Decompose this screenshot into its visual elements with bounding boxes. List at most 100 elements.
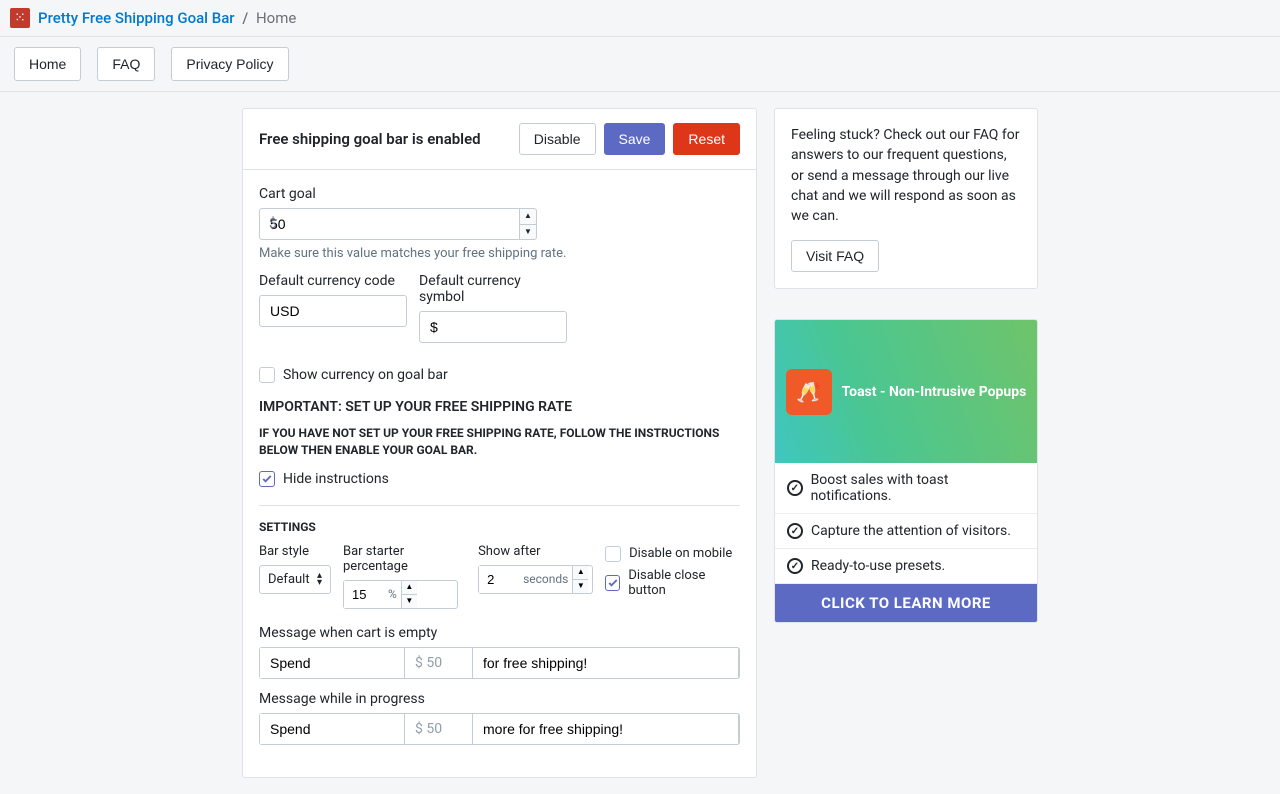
- cart-goal-label: Cart goal: [259, 186, 740, 202]
- disable-close-row[interactable]: Disable close button: [605, 568, 740, 598]
- main-panel: Free shipping goal bar is enabled Disabl…: [242, 108, 757, 778]
- toast-app-icon: 🥂: [786, 369, 832, 415]
- navbar: Home FAQ Privacy Policy: [0, 37, 1280, 92]
- hide-instructions-row[interactable]: Hide instructions: [259, 471, 740, 487]
- promo-cta-button[interactable]: CLICK TO LEARN MORE: [775, 584, 1037, 622]
- visit-faq-button[interactable]: Visit FAQ: [791, 240, 879, 272]
- show-after-spinner[interactable]: ▲ ▼: [572, 566, 588, 593]
- disable-close-checkbox[interactable]: [605, 575, 620, 591]
- msg-progress-amount: $ 50: [405, 714, 473, 744]
- disable-mobile-checkbox[interactable]: [605, 546, 621, 562]
- msg-progress-post-input[interactable]: [473, 714, 739, 744]
- disable-button[interactable]: Disable: [519, 123, 596, 155]
- promo-item-text: Boost sales with toast notifications.: [811, 472, 1025, 504]
- select-updown-icon: ▴▾: [317, 572, 322, 586]
- currency-row: Default currency code Default currency s…: [259, 273, 740, 355]
- spinner-up-icon[interactable]: ▲: [520, 209, 536, 225]
- promo-item: Capture the attention of visitors.: [775, 514, 1037, 549]
- breadcrumb-separator: /: [242, 9, 248, 27]
- sidebar: Feeling stuck? Check out our FAQ for ans…: [774, 108, 1038, 778]
- promo-card: 🥂 Toast - Non-Intrusive Popups Boost sal…: [774, 319, 1038, 623]
- settings-section: SETTINGS Bar style Default ▴▾ Bar starte…: [259, 505, 740, 745]
- save-button[interactable]: Save: [604, 123, 666, 155]
- help-card: Feeling stuck? Check out our FAQ for ans…: [774, 108, 1038, 289]
- breadcrumb: Pretty Free Shipping Goal Bar / Home: [38, 9, 296, 27]
- bar-style-label: Bar style: [259, 544, 331, 559]
- disable-close-label: Disable close button: [628, 568, 740, 598]
- app-logo-icon: [10, 8, 30, 28]
- starter-pct-spinner[interactable]: ▲ ▼: [401, 581, 417, 608]
- msg-empty-amount: $ 50: [405, 648, 473, 678]
- reset-button[interactable]: Reset: [673, 123, 740, 155]
- check-circle-icon: [787, 523, 803, 539]
- disable-mobile-row[interactable]: Disable on mobile: [605, 546, 740, 562]
- msg-empty-pre-input[interactable]: [260, 648, 405, 678]
- msg-progress-pre-input[interactable]: [260, 714, 405, 744]
- hide-instructions-checkbox[interactable]: [259, 471, 275, 487]
- starter-pct-unit: %: [384, 581, 401, 608]
- msg-empty-group: Message when cart is empty $ 50: [259, 625, 740, 679]
- breadcrumb-current: Home: [256, 9, 296, 27]
- nav-home-button[interactable]: Home: [14, 47, 81, 81]
- panel-header: Free shipping goal bar is enabled Disabl…: [243, 109, 756, 170]
- promo-item: Ready-to-use presets.: [775, 549, 1037, 584]
- msg-progress-label: Message while in progress: [259, 691, 740, 707]
- settings-checks-col: Disable on mobile Disable close button: [605, 546, 740, 598]
- currency-symbol-label: Default currency symbol: [419, 273, 567, 305]
- spinner-up-icon[interactable]: ▲: [402, 581, 417, 595]
- hide-instructions-label: Hide instructions: [283, 471, 389, 487]
- nav-faq-button[interactable]: FAQ: [97, 47, 155, 81]
- show-after-input[interactable]: [479, 566, 519, 593]
- spinner-up-icon[interactable]: ▲: [573, 566, 588, 580]
- important-heading: IMPORTANT: SET UP YOUR FREE SHIPPING RAT…: [259, 399, 740, 415]
- disable-mobile-label: Disable on mobile: [629, 546, 732, 561]
- bar-style-value: Default: [268, 572, 310, 587]
- check-circle-icon: [787, 558, 803, 574]
- topbar: Pretty Free Shipping Goal Bar / Home: [0, 0, 1280, 37]
- bar-style-select[interactable]: Default ▴▾: [259, 565, 331, 594]
- show-after-label: Show after: [478, 544, 593, 559]
- content-container: Free shipping goal bar is enabled Disabl…: [0, 92, 1280, 794]
- show-after-input-wrap: seconds ▲ ▼: [478, 565, 593, 594]
- msg-empty-post-input[interactable]: [473, 648, 739, 678]
- promo-hero: 🥂 Toast - Non-Intrusive Popups: [775, 320, 1037, 463]
- promo-item-text: Ready-to-use presets.: [811, 558, 945, 574]
- show-after-unit: seconds: [519, 566, 572, 593]
- spinner-down-icon[interactable]: ▼: [573, 580, 588, 593]
- currency-symbol-input[interactable]: [419, 311, 567, 343]
- settings-heading: SETTINGS: [259, 520, 740, 534]
- promo-title: Toast - Non-Intrusive Popups: [842, 384, 1027, 400]
- cart-goal-spinner[interactable]: ▲ ▼: [519, 208, 537, 240]
- msg-progress-group: Message while in progress $ 50: [259, 691, 740, 745]
- starter-pct-input[interactable]: [344, 581, 384, 608]
- spinner-down-icon[interactable]: ▼: [520, 225, 536, 240]
- msg-empty-row: $ 50: [259, 647, 740, 679]
- msg-progress-row: $ 50: [259, 713, 740, 745]
- bar-style-col: Bar style Default ▴▾: [259, 544, 331, 594]
- show-currency-label: Show currency on goal bar: [283, 367, 448, 383]
- check-circle-icon: [787, 480, 803, 496]
- breadcrumb-app-link[interactable]: Pretty Free Shipping Goal Bar: [38, 9, 235, 27]
- promo-list: Boost sales with toast notifications. Ca…: [775, 463, 1037, 584]
- currency-code-input[interactable]: [259, 295, 407, 327]
- msg-empty-label: Message when cart is empty: [259, 625, 740, 641]
- panel-title: Free shipping goal bar is enabled: [259, 130, 481, 148]
- currency-code-label: Default currency code: [259, 273, 407, 289]
- panel-body: Cart goal $ ▲ ▼ Make sure this value mat…: [243, 170, 756, 777]
- promo-item-text: Capture the attention of visitors.: [811, 523, 1011, 539]
- spinner-down-icon[interactable]: ▼: [402, 595, 417, 608]
- show-currency-checkbox[interactable]: [259, 367, 275, 383]
- promo-item: Boost sales with toast notifications.: [775, 463, 1037, 514]
- cart-goal-group: Cart goal $ ▲ ▼ Make sure this value mat…: [259, 186, 740, 261]
- panel-actions: Disable Save Reset: [519, 123, 740, 155]
- starter-pct-input-wrap: % ▲ ▼: [343, 580, 458, 609]
- cart-goal-input[interactable]: [259, 208, 519, 240]
- show-currency-checkbox-row[interactable]: Show currency on goal bar: [259, 367, 740, 383]
- starter-pct-label: Bar starter percentage: [343, 544, 466, 574]
- help-text: Feeling stuck? Check out our FAQ for ans…: [791, 125, 1021, 226]
- starter-pct-col: Bar starter percentage % ▲ ▼: [343, 544, 466, 609]
- important-body: IF YOU HAVE NOT SET UP YOUR FREE SHIPPIN…: [259, 425, 740, 459]
- nav-privacy-button[interactable]: Privacy Policy: [171, 47, 288, 81]
- settings-row: Bar style Default ▴▾ Bar starter percent…: [259, 544, 740, 609]
- show-after-col: Show after seconds ▲ ▼: [478, 544, 593, 594]
